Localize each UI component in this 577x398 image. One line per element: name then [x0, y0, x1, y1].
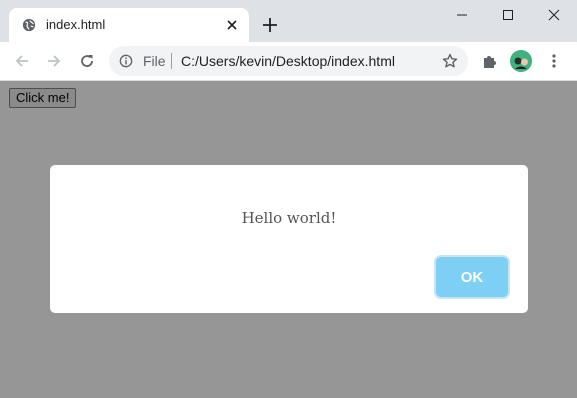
- plus-icon[interactable]: [262, 17, 278, 33]
- avatar[interactable]: [510, 50, 532, 72]
- browser-menu-button[interactable]: [543, 50, 565, 72]
- star-icon[interactable]: [442, 53, 458, 69]
- forward-button[interactable]: [43, 50, 65, 72]
- maximize-button[interactable]: [485, 0, 531, 30]
- puzzle-icon: [484, 56, 496, 68]
- url-text[interactable]: C:/Users/kevin/Desktop/index.html: [181, 54, 395, 69]
- globe-icon: [22, 18, 36, 32]
- extensions-button[interactable]: [479, 50, 501, 72]
- dialog-message: Hello world!: [241, 209, 337, 227]
- tab-index-html[interactable]: index.html: [9, 8, 249, 42]
- minimize-icon: [457, 14, 467, 16]
- page-content: Click me! Hello world! OK: [0, 81, 577, 398]
- window-close-button[interactable]: [531, 0, 577, 30]
- kebab-menu-icon: [552, 54, 556, 68]
- scheme-label: File: [143, 53, 166, 69]
- ok-button[interactable]: OK: [436, 257, 508, 297]
- back-button[interactable]: [11, 50, 33, 72]
- maximize-icon: [503, 10, 513, 20]
- reload-button[interactable]: [76, 50, 98, 72]
- click-me-button[interactable]: Click me!: [9, 88, 77, 108]
- reload-icon: [81, 55, 93, 67]
- minimize-button[interactable]: [439, 0, 485, 30]
- tab-title: index.html: [46, 17, 106, 32]
- arrow-left-icon: [15, 55, 28, 67]
- address-separator: [171, 53, 172, 69]
- alert-dialog: Hello world! OK: [50, 165, 528, 313]
- tab-strip: index.html: [0, 0, 577, 42]
- close-icon: [548, 9, 560, 21]
- address-bar[interactable]: File C:/Users/kevin/Desktop/index.html: [109, 46, 468, 76]
- info-icon[interactable]: [119, 54, 133, 68]
- browser-window: index.html File C:/Users/kevin/Desktop/i…: [0, 0, 577, 398]
- profile-avatar-icon: [510, 50, 532, 72]
- arrow-right-icon: [48, 55, 61, 67]
- close-icon[interactable]: [224, 17, 240, 33]
- browser-toolbar: File C:/Users/kevin/Desktop/index.html: [0, 42, 577, 81]
